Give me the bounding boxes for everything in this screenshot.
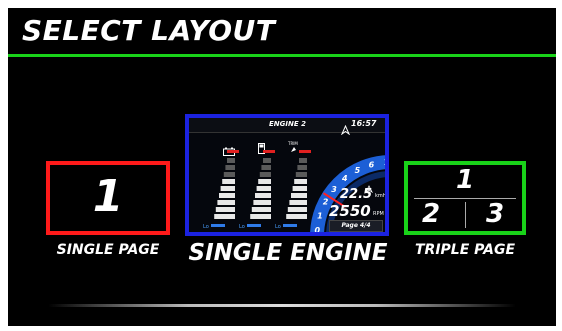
page-title: SELECT LAYOUT	[22, 14, 276, 47]
preview-speed: 22.5	[340, 187, 373, 202]
bar-segment	[223, 172, 235, 177]
triple-page-v-divider	[465, 202, 466, 228]
preview-rpm-unit: RPM	[373, 211, 384, 217]
bar-segment	[289, 200, 307, 205]
bar-segment	[219, 193, 235, 198]
bar-segment	[295, 172, 307, 177]
bar-segment	[220, 186, 235, 191]
bar-segment	[215, 207, 235, 212]
bar-segment	[225, 165, 235, 170]
title-divider	[8, 54, 556, 57]
bar-segment	[297, 165, 307, 170]
rpm-gauge-label: 5	[355, 166, 361, 175]
bar-segment	[299, 158, 307, 163]
triple-page-label: TRIPLE PAGE	[414, 242, 516, 258]
bar-segment	[227, 158, 235, 163]
single-page-frame[interactable]: 1	[46, 161, 170, 235]
rpm-gauge-label: 0	[314, 226, 320, 235]
bar-low-label: Lo	[275, 224, 281, 230]
triple-page-top-number: 1	[455, 165, 475, 195]
trim-label: TRIM	[287, 141, 298, 146]
bar-segment	[287, 207, 307, 212]
bar-segment	[250, 214, 271, 219]
preview-engine-name: ENGINE 2	[269, 120, 306, 128]
triple-page-right-number: 3	[486, 199, 505, 229]
bar-segment	[286, 214, 307, 219]
bar-gauges: Lo Lo Lo	[203, 150, 311, 230]
preview-rpm: 2550	[329, 202, 371, 220]
bar-limit-marker	[263, 150, 275, 153]
preview-time: 16:57	[351, 119, 377, 128]
bar-segment	[222, 179, 235, 184]
layout-selection-screen: SELECT LAYOUT 1 SINGLE PAGE ENGINE 2 16:…	[8, 8, 556, 326]
rpm-gauge-label: 3	[331, 185, 337, 194]
triple-page-frame[interactable]: 1 2 3	[404, 161, 526, 235]
single-engine-label: SINGLE ENGINE	[188, 240, 388, 266]
bar-segment	[292, 186, 307, 191]
bar-segment	[253, 200, 271, 205]
bar-segment	[256, 186, 271, 191]
bar-low-label: Lo	[239, 224, 245, 230]
single-page-number: 1	[92, 171, 124, 222]
bar-segment	[214, 214, 235, 219]
rpm-gauge-label: 2	[323, 197, 329, 206]
single-page-label: SINGLE PAGE	[56, 242, 160, 258]
rpm-gauge-label: 4	[341, 174, 348, 183]
bottom-highlight-bar	[48, 304, 516, 307]
bar-segment	[291, 193, 307, 198]
preview-header: ENGINE 2 16:57	[189, 118, 385, 136]
bar-segment	[259, 172, 271, 177]
bar-segment	[294, 179, 307, 184]
bar-segment	[258, 179, 271, 184]
bar-segment	[217, 200, 235, 205]
rpm-gauge-label: 1	[317, 211, 323, 220]
bar-segment	[255, 193, 271, 198]
bar-segment	[251, 207, 271, 212]
bar-segment	[263, 158, 271, 163]
rpm-gauge-label: 6	[369, 161, 375, 170]
bar-low-label: Lo	[203, 224, 209, 230]
single-engine-frame[interactable]: ENGINE 2 16:57 TRIM Lo Lo Lo 0 1234567	[185, 114, 389, 236]
bar-low-marker	[283, 224, 297, 227]
rpm-gauge-label: 7	[384, 158, 387, 167]
bar-low-marker	[247, 224, 261, 227]
bar-low-marker	[211, 224, 225, 227]
bar-segment	[261, 165, 271, 170]
preview-speed-unit: kmh	[375, 193, 386, 199]
bar-limit-marker	[227, 150, 239, 153]
preview-page-indicator: Page 4/4	[329, 220, 383, 232]
triple-page-left-number: 2	[422, 199, 441, 229]
